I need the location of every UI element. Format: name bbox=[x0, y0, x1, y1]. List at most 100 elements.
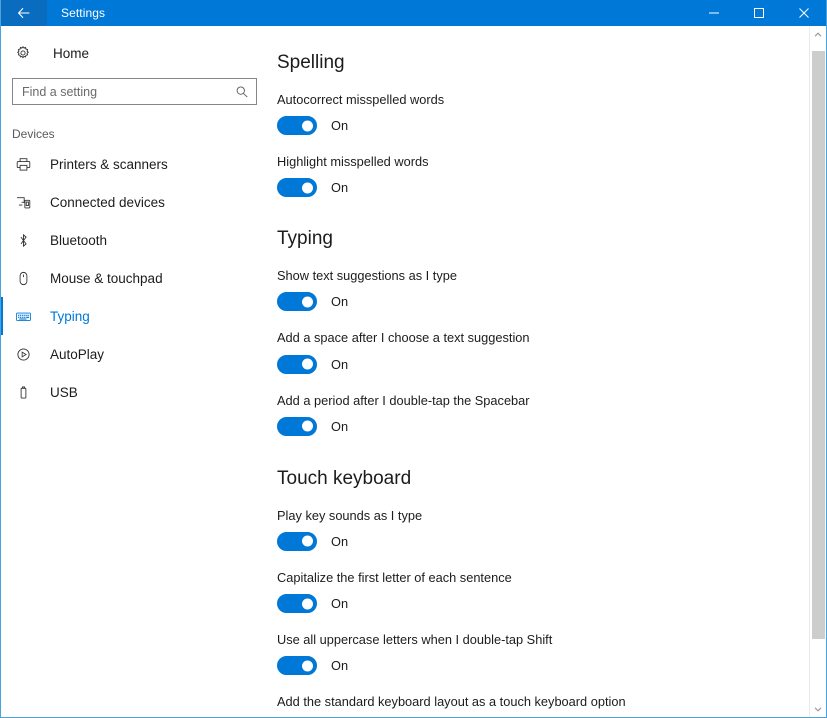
section-typing: Typing Show text suggestions as I type O… bbox=[277, 197, 826, 435]
section-spelling: Spelling Autocorrect misspelled words On… bbox=[277, 26, 826, 197]
search-icon bbox=[235, 85, 249, 99]
sidebar-item-autoplay[interactable]: AutoPlay bbox=[1, 335, 271, 373]
search-input[interactable] bbox=[13, 79, 256, 104]
toggle-switch[interactable] bbox=[277, 178, 317, 197]
sidebar-item-label: Typing bbox=[50, 309, 90, 324]
section-touch-keyboard: Touch keyboard Play key sounds as I type… bbox=[277, 436, 826, 717]
chevron-up-icon bbox=[814, 31, 822, 39]
setting-label: Autocorrect misspelled words bbox=[277, 91, 677, 109]
maximize-icon bbox=[753, 7, 765, 19]
scrollbar-down-button[interactable] bbox=[810, 700, 827, 717]
toggle-switch[interactable] bbox=[277, 532, 317, 551]
main-content: Spelling Autocorrect misspelled words On… bbox=[271, 26, 826, 717]
setting-play-key-sounds: Play key sounds as I type On bbox=[277, 490, 826, 551]
gear-icon bbox=[15, 45, 35, 61]
setting-label: Add a period after I double-tap the Spac… bbox=[277, 392, 677, 410]
toggle-switch[interactable] bbox=[277, 417, 317, 436]
close-button[interactable] bbox=[781, 0, 826, 26]
content-inner: Spelling Autocorrect misspelled words On… bbox=[277, 26, 826, 717]
section-title: Typing bbox=[277, 228, 826, 250]
back-button[interactable] bbox=[1, 0, 47, 26]
section-title: Touch keyboard bbox=[277, 468, 826, 490]
setting-uppercase-double-tap-shift: Use all uppercase letters when I double-… bbox=[277, 613, 826, 675]
selection-accent bbox=[0, 145, 3, 183]
mouse-icon bbox=[12, 270, 34, 287]
toggle-knob bbox=[302, 120, 313, 131]
toggle-row: On bbox=[277, 532, 826, 551]
close-icon bbox=[798, 7, 810, 19]
setting-show-text-suggestions: Show text suggestions as I type On bbox=[277, 250, 826, 311]
scrollbar-thumb[interactable] bbox=[812, 51, 825, 639]
toggle-row: On bbox=[277, 656, 826, 675]
setting-label: Show text suggestions as I type bbox=[277, 267, 677, 285]
sidebar-item-usb[interactable]: USB bbox=[1, 373, 271, 411]
sidebar-item-bluetooth[interactable]: Bluetooth bbox=[1, 221, 271, 259]
window-controls bbox=[691, 0, 826, 26]
toggle-row: On bbox=[277, 417, 826, 436]
search-box[interactable] bbox=[12, 78, 257, 105]
toggle-switch[interactable] bbox=[277, 656, 317, 675]
toggle-state-label: On bbox=[331, 118, 348, 133]
scrollbar-up-button[interactable] bbox=[810, 26, 827, 43]
toggle-knob bbox=[302, 660, 313, 671]
window-title: Settings bbox=[61, 6, 105, 20]
toggle-knob bbox=[302, 598, 313, 609]
setting-autocorrect-misspelled-words: Autocorrect misspelled words On bbox=[277, 74, 826, 135]
printer-icon bbox=[12, 156, 34, 173]
toggle-switch[interactable] bbox=[277, 292, 317, 311]
connected-devices-icon bbox=[12, 194, 34, 211]
toggle-state-label: On bbox=[331, 180, 348, 195]
toggle-state-label: On bbox=[331, 419, 348, 434]
sidebar-item-label: Printers & scanners bbox=[50, 157, 168, 172]
toggle-row: On bbox=[277, 178, 826, 197]
search-container bbox=[1, 70, 271, 105]
sidebar: Home Devices bbox=[1, 26, 271, 717]
minimize-icon bbox=[708, 7, 720, 19]
maximize-button[interactable] bbox=[736, 0, 781, 26]
sidebar-item-label: Connected devices bbox=[50, 195, 165, 210]
minimize-button[interactable] bbox=[691, 0, 736, 26]
sidebar-item-typing[interactable]: Typing bbox=[1, 297, 271, 335]
toggle-row: On bbox=[277, 116, 826, 135]
toggle-switch[interactable] bbox=[277, 594, 317, 613]
selection-accent bbox=[0, 297, 3, 335]
setting-standard-keyboard-layout: Add the standard keyboard layout as a to… bbox=[277, 675, 826, 717]
section-title: Spelling bbox=[277, 52, 826, 74]
sidebar-item-connected-devices[interactable]: Connected devices bbox=[1, 183, 271, 221]
selection-accent bbox=[0, 335, 3, 373]
vertical-scrollbar[interactable] bbox=[809, 26, 826, 717]
setting-label: Highlight misspelled words bbox=[277, 153, 677, 171]
toggle-switch[interactable] bbox=[277, 116, 317, 135]
selection-accent bbox=[0, 259, 3, 297]
setting-add-space-after-suggestion: Add a space after I choose a text sugges… bbox=[277, 311, 826, 373]
sidebar-item-label: AutoPlay bbox=[50, 347, 104, 362]
settings-window: Settings bbox=[0, 0, 827, 718]
keyboard-icon bbox=[12, 308, 34, 325]
sidebar-item-printers-scanners[interactable]: Printers & scanners bbox=[1, 145, 271, 183]
usb-icon bbox=[12, 384, 34, 401]
setting-capitalize-first-letter: Capitalize the first letter of each sent… bbox=[277, 551, 826, 613]
toggle-knob bbox=[302, 536, 313, 547]
setting-label: Capitalize the first letter of each sent… bbox=[277, 569, 677, 587]
toggle-switch[interactable] bbox=[277, 355, 317, 374]
scrollbar-track[interactable] bbox=[810, 43, 827, 700]
toggle-state-label: On bbox=[331, 596, 348, 611]
setting-label: Add the standard keyboard layout as a to… bbox=[277, 693, 677, 711]
chevron-down-icon bbox=[814, 705, 822, 713]
window-body: Home Devices bbox=[1, 26, 826, 717]
sidebar-item-home-label: Home bbox=[53, 46, 89, 61]
setting-label: Play key sounds as I type bbox=[277, 507, 677, 525]
toggle-row: On bbox=[277, 292, 826, 311]
toggle-knob bbox=[302, 421, 313, 432]
setting-highlight-misspelled-words: Highlight misspelled words On bbox=[277, 135, 826, 197]
bluetooth-icon bbox=[12, 232, 34, 249]
back-arrow-icon bbox=[16, 5, 32, 21]
title-bar: Settings bbox=[1, 0, 826, 26]
toggle-state-label: On bbox=[331, 357, 348, 372]
toggle-state-label: On bbox=[331, 534, 348, 549]
toggle-knob bbox=[302, 182, 313, 193]
sidebar-item-mouse-touchpad[interactable]: Mouse & touchpad bbox=[1, 259, 271, 297]
sidebar-item-home[interactable]: Home bbox=[1, 36, 271, 70]
setting-label: Use all uppercase letters when I double-… bbox=[277, 631, 677, 649]
toggle-state-label: On bbox=[331, 658, 348, 673]
